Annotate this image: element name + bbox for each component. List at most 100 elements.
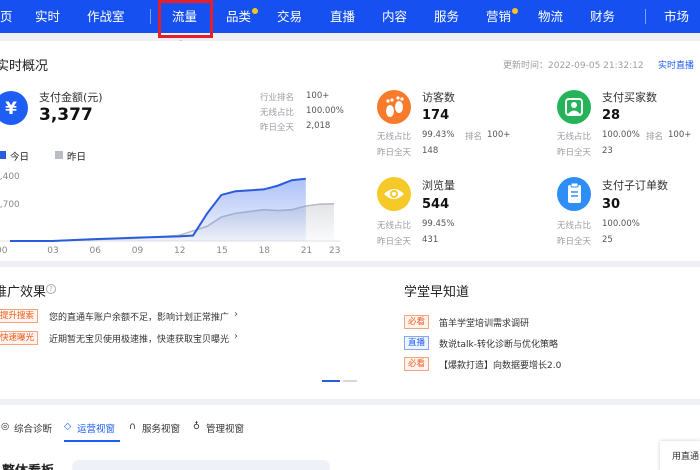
industry-rank-value: 100+ — [306, 91, 330, 101]
orders-yesterday-label: 昨日全天 — [557, 237, 592, 247]
yesterday-value: 2,018 — [306, 121, 331, 131]
promo-title: 推广效果 — [0, 285, 47, 300]
update-time: 更新时间：2022-09-05 21:32:12 — [503, 61, 644, 71]
visitor-rank-label: 排名 — [465, 132, 483, 142]
orders-wireless-label: 无线占比 — [557, 221, 592, 231]
visitor-yesterday-label: 昨日全天 — [377, 148, 412, 158]
nav-badge-dot — [512, 8, 518, 14]
visitor-yesterday-value: 148 — [422, 146, 439, 156]
buyer-rank-value: 100+ — [668, 130, 692, 140]
promo-row-text[interactable]: 您的直通车账户余额不足，影响计划正常推广 — [49, 310, 229, 323]
academy-row-text[interactable]: 笛羊学堂培训需求调研 — [439, 316, 529, 329]
buyer-icon — [557, 90, 591, 124]
academy-tag: 必看 — [404, 315, 430, 329]
legend-swatch-yesterday — [55, 151, 63, 159]
orders-label: 支付子订单数 — [602, 179, 668, 192]
nav-item-finance[interactable]: 财务 — [590, 0, 615, 33]
legend-yesterday-label: 昨日 — [67, 152, 87, 163]
pageview-value: 544 — [422, 197, 450, 212]
eye-icon — [377, 177, 411, 211]
y-tick-label: 3,400 — [0, 172, 20, 182]
tab-manage-icon: ♁ — [193, 421, 200, 432]
tab-comprehensive-icon: ◎ — [1, 421, 10, 432]
x-tick-label: 23 — [329, 246, 340, 255]
nav-item-trade[interactable]: 交易 — [277, 0, 302, 33]
yen-icon: ¥ — [0, 91, 28, 125]
nav-item-category[interactable]: 品类 — [226, 0, 251, 33]
buyer-value: 28 — [602, 108, 621, 123]
x-tick-label: 12 — [174, 246, 185, 255]
pay-amount-value: 3,377 — [39, 105, 93, 125]
floating-widget-label: 用直通 — [672, 452, 700, 462]
promo-row-text[interactable]: 近期暂无宝贝使用极速推，快速获取宝贝曝光 — [49, 332, 229, 345]
help-icon[interactable]: ? — [46, 284, 56, 294]
pageview-wireless-label: 无线占比 — [377, 221, 412, 231]
svg-text:¥: ¥ — [5, 99, 17, 119]
nav-item-content[interactable]: 内容 — [382, 0, 407, 33]
x-tick-label: 06 — [90, 246, 102, 255]
nav-item-realtime[interactable]: 实时 — [35, 0, 60, 33]
y-tick-label: 1,700 — [0, 200, 20, 210]
orders-yesterday-value: 25 — [602, 235, 613, 245]
x-tick-label: 00 — [0, 246, 8, 255]
footprint-icon — [377, 90, 411, 124]
series-today-area — [10, 178, 306, 241]
tab-operation-icon: ◇ — [64, 421, 72, 432]
tab-service-icon: ∩ — [129, 421, 136, 432]
nav-item-marketing[interactable]: 营销 — [486, 0, 511, 33]
tab-operation[interactable]: 运营视窗 — [77, 421, 115, 435]
orders-value: 30 — [602, 197, 621, 212]
promo-tag: 快速曝光 — [0, 331, 39, 345]
nav-item-logistics[interactable]: 物流 — [538, 0, 563, 33]
academy-row-text[interactable]: 【爆款打造】向数据要增长2.0 — [439, 358, 561, 371]
yesterday-label: 昨日全天 — [260, 123, 295, 133]
nav-divider — [150, 9, 151, 24]
floating-widget[interactable]: 用直通 — [660, 441, 700, 470]
wireless-value: 100.00% — [306, 106, 344, 116]
highlight-box — [158, 0, 213, 38]
buyer-rank-label: 排名 — [646, 132, 664, 142]
board-filter-bar[interactable] — [72, 460, 330, 470]
active-tab-indicator — [64, 440, 120, 442]
buyer-wireless-value: 100.00% — [602, 130, 640, 140]
realtime-trend-chart: 3,400 1,700 00 03 06 09 12 15 18 21 23 — [0, 172, 340, 255]
legend-today-label: 今日 — [10, 152, 30, 163]
legend-swatch-today — [0, 151, 6, 159]
nav-divider — [645, 9, 646, 24]
pageview-yesterday-label: 昨日全天 — [377, 237, 412, 247]
carousel-dot-active[interactable] — [322, 380, 340, 382]
chevron-right-icon[interactable]: › — [234, 331, 238, 342]
nav-item-war-room[interactable]: 作战室 — [87, 0, 125, 33]
visitor-wireless-label: 无线占比 — [377, 132, 412, 142]
academy-row-text[interactable]: 数说talk-转化诊断与优化策略 — [439, 337, 558, 350]
pageview-label: 浏览量 — [422, 179, 455, 192]
chevron-right-icon[interactable]: › — [234, 309, 238, 320]
orders-wireless-value: 100.00% — [602, 219, 640, 229]
pay-amount-label: 支付金额(元) — [39, 91, 103, 104]
academy-tag: 必看 — [404, 357, 430, 371]
tab-service[interactable]: 服务视窗 — [142, 421, 180, 435]
x-tick-label: 21 — [301, 246, 312, 255]
tab-manage[interactable]: 管理视窗 — [206, 421, 244, 435]
top-nav: 页 实时 作战室 流量 品类 交易 直播 内容 服务 营销 物流 财务 市场 — [0, 0, 700, 33]
board-title: 整体看板 — [2, 460, 54, 470]
wireless-label: 无线占比 — [260, 108, 295, 118]
buyer-label: 支付买家数 — [602, 91, 657, 104]
nav-item-market[interactable]: 市场 — [664, 0, 689, 33]
tab-comprehensive[interactable]: 综合诊断 — [14, 421, 52, 435]
nav-badge-dot — [252, 8, 258, 14]
carousel-dot[interactable] — [343, 380, 357, 382]
nav-item-home[interactable]: 页 — [0, 0, 13, 33]
pageview-wireless-value: 99.45% — [422, 219, 455, 229]
x-tick-label: 18 — [259, 246, 271, 255]
card-title: 实时概况 — [0, 59, 49, 74]
buyer-yesterday-value: 23 — [602, 146, 613, 156]
x-tick-label: 15 — [216, 246, 227, 255]
view-tabs-card: ◎ 综合诊断 ◇ 运营视窗 ∩ 服务视窗 ♁ 管理视窗 整体看板 用直通 — [0, 405, 700, 470]
buyer-yesterday-label: 昨日全天 — [557, 148, 592, 158]
visitor-value: 174 — [422, 108, 450, 123]
live-link[interactable]: 实时直播 — [658, 58, 694, 71]
nav-item-live[interactable]: 直播 — [330, 0, 355, 33]
visitor-label: 访客数 — [422, 91, 455, 104]
nav-item-service[interactable]: 服务 — [434, 0, 459, 33]
